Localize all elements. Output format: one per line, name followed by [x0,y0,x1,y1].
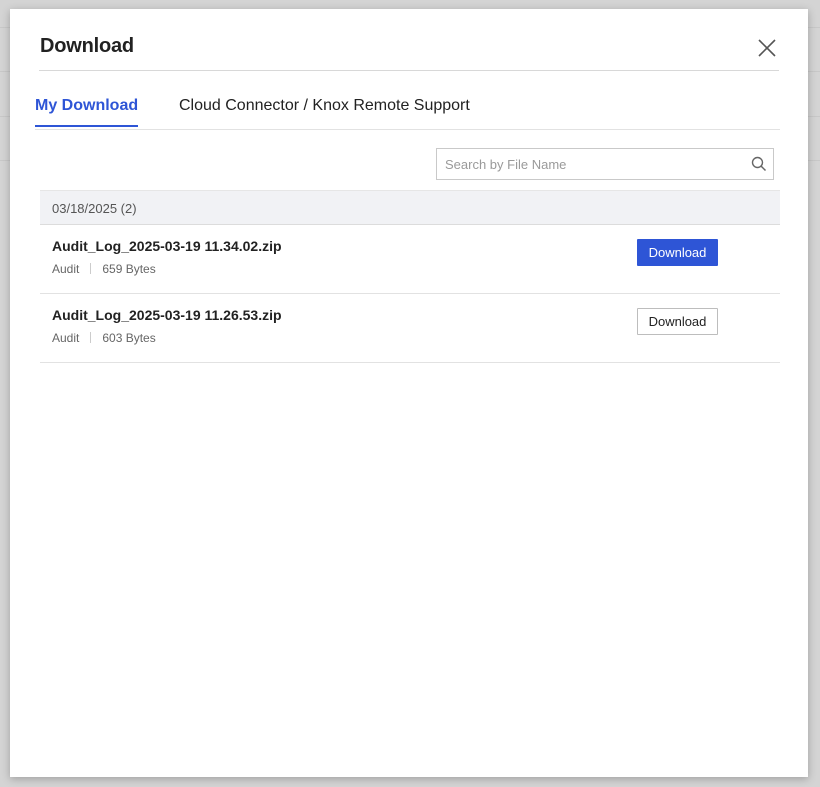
download-button[interactable]: Download [637,239,718,266]
list-item: Audit_Log_2025-03-19 11.26.53.zip Audit 6… [40,294,780,363]
meta-divider [90,332,92,343]
dialog-title: Download [40,35,134,57]
download-button[interactable]: Download [637,308,718,335]
file-size: 603 Bytes [102,331,156,345]
search-icon[interactable] [751,156,767,172]
search-box [436,148,774,180]
download-dialog: Download My Download Cloud Connector / K… [10,9,808,777]
tab-my-download[interactable]: My Download [35,97,139,127]
close-icon[interactable] [757,38,777,58]
tab-bar: My Download Cloud Connector / Knox Remot… [35,93,780,130]
date-group-header: 03/18/2025 (2) [40,190,780,225]
meta-divider [90,263,92,274]
tab-cloud-connector-knox-remote-support[interactable]: Cloud Connector / Knox Remote Support [179,97,470,125]
dialog-header: Download [39,9,779,71]
file-size: 659 Bytes [102,262,156,276]
file-meta: Audit 659 Bytes [52,262,156,276]
download-list: 03/18/2025 (2) Audit_Log_2025-03-19 11.3… [40,190,780,363]
file-name: Audit_Log_2025-03-19 11.26.53.zip [52,307,282,323]
list-item: Audit_Log_2025-03-19 11.34.02.zip Audit 6… [40,225,780,294]
file-name: Audit_Log_2025-03-19 11.34.02.zip [52,238,282,254]
file-meta: Audit 603 Bytes [52,331,156,345]
search-input[interactable] [437,149,737,179]
file-category: Audit [52,331,80,345]
file-category: Audit [52,262,80,276]
